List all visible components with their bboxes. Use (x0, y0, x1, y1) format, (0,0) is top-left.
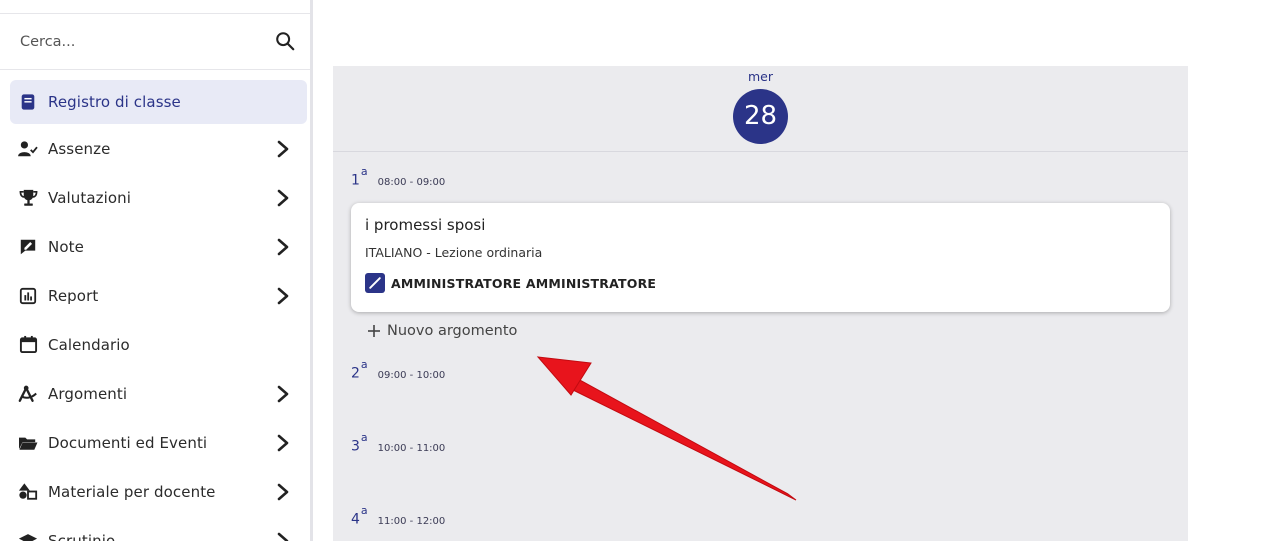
day-column: mer 28 1a 08:00 - 09:00 i promessi sposi… (333, 66, 1188, 541)
sidebar-item-documenti-ed-eventi[interactable]: Documenti ed Eventi (0, 418, 310, 467)
slot-time: 09:00 - 10:00 (377, 369, 446, 381)
compass-icon (18, 384, 38, 404)
chevron-right-icon (277, 532, 289, 541)
trophy-icon (18, 188, 38, 208)
shapes-icon (18, 482, 38, 502)
user-check-icon (18, 139, 38, 159)
slot-number: 2a (351, 358, 368, 382)
sidebar-item-note[interactable]: Note (0, 222, 310, 271)
lesson-title: i promessi sposi (365, 216, 486, 234)
report-icon (18, 286, 38, 306)
sidebar-item-label: Materiale per docente (48, 482, 216, 501)
folder-icon (18, 433, 38, 453)
sidebar-item-label: Calendario (48, 335, 130, 354)
lesson-card[interactable]: i promessi sposi ITALIANO - Lezione ordi… (351, 203, 1170, 312)
lesson-teacher: AMMINISTRATORE AMMINISTRATORE (365, 273, 656, 293)
sidebar-item-valutazioni[interactable]: Valutazioni (0, 173, 310, 222)
sidebar-item-label: Documenti ed Eventi (48, 433, 208, 452)
sidebar-item-label: Scrutinio (48, 531, 116, 541)
lesson-subject: ITALIANO - Lezione ordinaria (365, 245, 543, 260)
sidebar-item-registro-di-classe[interactable]: Registro di classe (10, 80, 307, 124)
sidebar-item-report[interactable]: Report (0, 271, 310, 320)
day-name: mer (747, 69, 773, 84)
sidebar-item-label: Assenze (48, 139, 111, 158)
note-icon (18, 237, 38, 257)
slot-number: 1a (351, 165, 368, 189)
app-window: Registro di classe Assenze Valutazioni (0, 0, 1279, 541)
search-bar (0, 14, 310, 70)
sidebar-menu: Registro di classe Assenze Valutazioni N… (0, 70, 310, 541)
day-number-badge[interactable]: 28 (733, 89, 788, 144)
sidebar-item-calendario[interactable]: Calendario (0, 320, 310, 369)
hour-slot-4: 4a 11:00 - 12:00 (351, 504, 446, 530)
chevron-right-icon (277, 483, 289, 500)
chevron-right-icon (277, 287, 289, 304)
hour-slot-1: 1a 08:00 - 09:00 (351, 165, 446, 191)
teacher-name: AMMINISTRATORE AMMINISTRATORE (391, 275, 657, 291)
chevron-right-icon (277, 238, 289, 255)
slot-time: 10:00 - 11:00 (377, 442, 446, 454)
sidebar-item-argomenti[interactable]: Argomenti (0, 369, 310, 418)
sidebar-item-materiale-per-docente[interactable]: Materiale per docente (0, 467, 310, 516)
sidebar-item-label: Note (48, 237, 84, 256)
graduation-cap-icon (18, 531, 38, 541)
slot-number: 3a (351, 431, 368, 455)
pencil-icon (365, 273, 385, 293)
new-topic-button[interactable]: Nuovo argomento (367, 323, 517, 339)
slot-time: 11:00 - 12:00 (377, 515, 446, 527)
chevron-right-icon (277, 189, 289, 206)
chevron-right-icon (277, 434, 289, 451)
sidebar-item-scrutinio[interactable]: Scrutinio (0, 516, 310, 541)
search-icon[interactable] (274, 30, 296, 52)
slot-number: 4a (351, 504, 368, 528)
sidebar-item-label: Valutazioni (48, 188, 132, 207)
hour-slot-3: 3a 10:00 - 11:00 (351, 431, 446, 457)
sidebar-item-label: Argomenti (48, 384, 128, 403)
sidebar-item-label: Report (48, 286, 99, 305)
sidebar-top-spacer (0, 0, 310, 14)
search-input[interactable] (10, 28, 265, 56)
slot-time: 08:00 - 09:00 (377, 176, 446, 188)
chevron-right-icon (277, 140, 289, 157)
new-topic-label: Nuovo argomento (387, 323, 518, 339)
day-header: mer 28 (333, 66, 1188, 152)
sidebar-item-assenze[interactable]: Assenze (0, 124, 310, 173)
chevron-right-icon (277, 385, 289, 402)
sidebar: Registro di classe Assenze Valutazioni (0, 0, 313, 541)
book-icon (18, 92, 38, 112)
plus-icon (368, 325, 380, 337)
calendar-icon (18, 335, 38, 355)
main-content: mer 28 1a 08:00 - 09:00 i promessi sposi… (316, 0, 1279, 541)
hour-slot-2: 2a 09:00 - 10:00 (351, 358, 446, 384)
sidebar-item-label: Registro di classe (48, 93, 181, 111)
